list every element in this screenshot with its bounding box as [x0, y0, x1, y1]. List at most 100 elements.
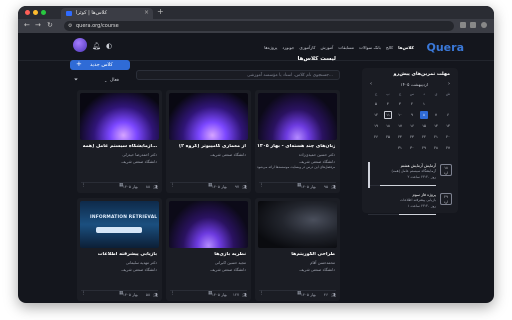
calendar-day[interactable]: ۲۲ [420, 133, 428, 141]
class-card[interactable]: نظریه بازی‌ها مجید حسین اکبرانی دانشگاه … [166, 198, 251, 301]
more-options-icon[interactable]: ⋮ [81, 291, 86, 296]
nav-item-contests[interactable]: مسابقات [338, 45, 354, 50]
members-count: ۵۸ [145, 292, 150, 297]
nav-item-problem-bank[interactable]: بانک سوالات [359, 45, 381, 50]
avatar[interactable] [73, 38, 87, 52]
calendar-day[interactable]: ۲۵ [384, 133, 392, 141]
deadline-progress-fill [379, 184, 436, 186]
cover-image-text: INFORMATION RETRIEVAL [90, 215, 158, 220]
new-class-button[interactable]: + کلاس جدید [70, 60, 130, 70]
reload-icon[interactable]: ↻ [47, 21, 53, 29]
nav-item-jobboard[interactable]: جوبورد [282, 45, 294, 50]
filter-icon[interactable]: ⏷ [74, 77, 78, 83]
nav-item-projects[interactable]: پروژه‌ها [264, 45, 277, 50]
calendar-weekday: س [409, 92, 415, 96]
class-card[interactable]: آز معماری کامپیوتر (گروه ۲) دانشگاه صنعت… [166, 90, 251, 193]
more-options-icon[interactable]: ⋮ [170, 183, 175, 188]
close-window-button[interactable] [25, 10, 30, 15]
bookmark-icon[interactable] [470, 22, 476, 28]
card-footer: 👥︎ ۴۶ بهار ۱۴۰۵ ▦ ⋮ [259, 290, 336, 297]
calendar-day[interactable]: ۲۱ [432, 133, 440, 141]
nav-item-college[interactable]: کالج [386, 45, 393, 50]
quera-logo[interactable]: Quera [427, 41, 465, 54]
calendar-icon: ▦ [297, 183, 302, 188]
minimize-window-button[interactable] [33, 10, 38, 15]
class-title: آزمایشگاه سیستم عامل (همه… [82, 144, 157, 149]
browser-window: کلاس‌ها | کوئرا × + ← → ↻ ⚙ quera.org/co… [18, 6, 494, 303]
forward-icon[interactable]: → [35, 21, 41, 29]
calendar-day[interactable]: ۲۹ [420, 144, 428, 152]
calendar-day[interactable]: ۷ [432, 111, 440, 119]
class-title: بازیابی پیشرفته اطلاعات [97, 252, 157, 257]
new-tab-button[interactable]: + [157, 7, 164, 16]
calendar-day[interactable]: ۵ [372, 100, 380, 108]
more-options-icon[interactable]: ⋮ [170, 291, 175, 296]
nav-item-education[interactable]: آموزش [321, 45, 334, 50]
calendar-day[interactable]: ۲۰ [444, 133, 452, 141]
back-icon[interactable]: ← [24, 21, 30, 29]
next-month-icon[interactable]: › [448, 81, 450, 87]
calendar-day[interactable]: ۱۷ [396, 122, 404, 130]
calendar-weekday: چ [398, 92, 402, 96]
calendar-day[interactable]: ۲۴ [396, 133, 404, 141]
calendar-day[interactable]: ۱۶ [408, 122, 416, 130]
class-teacher: دکتر احمد‌رضا حیدرلی [122, 152, 157, 157]
profile-icon[interactable] [481, 22, 487, 28]
calendar-day[interactable]: ۲۳ [408, 133, 416, 141]
nav-item-classes[interactable]: کلاس‌ها [398, 45, 414, 50]
translate-icon[interactable] [460, 22, 466, 28]
more-options-icon[interactable]: ⋮ [81, 183, 86, 188]
calendar-day[interactable]: ۳ [396, 100, 404, 108]
prev-month-icon[interactable]: ‹ [370, 81, 372, 87]
calendar-day[interactable]: ۲۶ [372, 133, 380, 141]
calendar-day[interactable]: ۱ [420, 100, 428, 108]
class-description: سرفصل‌های این درس در وبسایت موسسه‌ها ارا… [257, 165, 335, 169]
close-tab-icon[interactable]: × [144, 9, 149, 16]
members-count: ۸۸ [145, 184, 150, 189]
card-footer: 👥︎ ۵۸ بهار ۱۴۰۵ ▦ ⋮ [81, 290, 158, 297]
members-icon: 👥︎ [331, 292, 336, 297]
more-options-icon[interactable]: ⋮ [259, 183, 264, 188]
maximize-window-button[interactable] [41, 10, 46, 15]
class-title: آز معماری کامپیوتر (گروه ۲) [178, 144, 246, 149]
class-card[interactable]: زبان‌های چند هسته‌ای - بهار ۱۴۰۵ دکتر حس… [255, 90, 340, 193]
filter-select[interactable]: فعال [110, 78, 119, 83]
class-title: نظریه بازی‌ها [214, 252, 246, 257]
browser-tab[interactable]: کلاس‌ها | کوئرا × [61, 8, 153, 19]
class-card[interactable]: طراحی الگوریتم‌ها محمدحسن آقام دانشگاه ص… [255, 198, 340, 301]
url-field[interactable]: ⚙ quera.org/course [64, 21, 454, 31]
more-options-icon[interactable]: ⋮ [259, 291, 264, 296]
calendar-day[interactable]: ۱۴ [432, 122, 440, 130]
calendar-day[interactable]: ۳۱ [396, 144, 404, 152]
calendar-day[interactable]: ۱۸ [384, 122, 392, 130]
deadline-title: پروژه فاز سوم [412, 192, 436, 197]
deadline-remaining: ۲ روز ۲۳:۴۰ ساعت [407, 175, 436, 179]
deadline-item[interactable]: ۱۸ ارد آزمایش آزمایش هشتم آزمایشگاه سیست… [368, 162, 452, 188]
class-card[interactable]: INFORMATION RETRIEVAL بازیابی پیشرفته اط… [77, 198, 162, 301]
calendar-day[interactable]: ۱۱ [384, 111, 392, 119]
calendar-day[interactable]: ۳۰ [408, 144, 416, 152]
page-title: لیست کلاس‌ها [297, 56, 337, 62]
theme-toggle-icon[interactable]: ◐ [106, 42, 112, 50]
calendar-day[interactable]: ۱۲ [372, 111, 380, 119]
calendar-day[interactable]: ۱۵ [420, 122, 428, 130]
calendar-day[interactable]: ۴ [384, 100, 392, 108]
bell-icon[interactable]: 🔔︎ [92, 42, 101, 50]
calendar-day[interactable]: ۱۹ [372, 122, 380, 130]
class-card[interactable]: آزمایشگاه سیستم عامل (همه… دکتر احمد‌رضا… [77, 90, 162, 193]
calendar-day[interactable]: ۲۷ [444, 144, 452, 152]
calendar-weekday: ش [445, 92, 451, 96]
nav-item-internship[interactable]: کارآموزی [299, 45, 315, 50]
chevron-down-icon[interactable]: ⌄ [104, 78, 107, 83]
calendar-day[interactable]: ۹ [408, 111, 416, 119]
calendar-day[interactable]: ۸ [420, 111, 428, 119]
site-header: Quera کلاس‌ها کالج بانک سوالات مسابقات آ… [18, 33, 494, 61]
calendar-day[interactable]: ۲۸ [432, 144, 440, 152]
calendar-day[interactable]: ۲ [408, 100, 416, 108]
calendar-day[interactable]: ۱۳ [444, 122, 452, 130]
site-info-icon[interactable]: ⚙ [68, 23, 72, 29]
calendar-day[interactable]: ۱۰ [396, 111, 404, 119]
class-org: دانشگاه صنعتی شریف [121, 159, 157, 164]
deadline-item[interactable]: ۲۹ ارد پروژه فاز سوم بازیابی پیشرفته اطل… [368, 191, 452, 217]
calendar-day[interactable]: ۶ [444, 111, 452, 119]
